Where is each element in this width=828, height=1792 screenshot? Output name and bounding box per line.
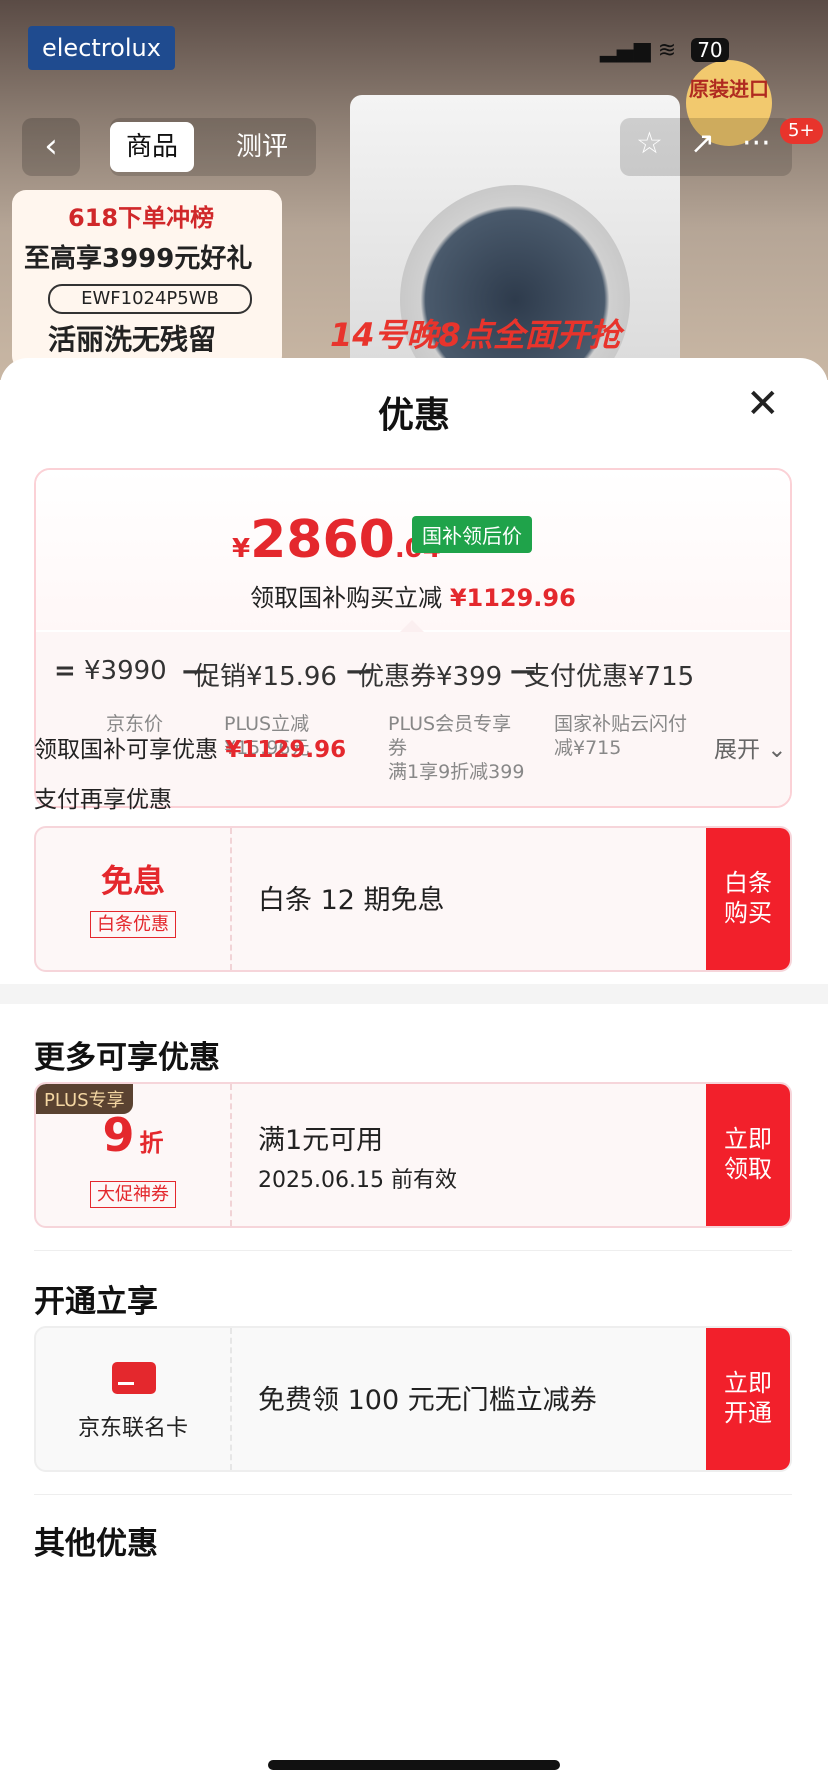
more-discounts-heading: 更多可享优惠 [34, 1040, 220, 1076]
price-integer: 2860 [250, 510, 395, 570]
claim-coupon-button[interactable]: 立即 领取 [706, 1084, 790, 1226]
baitiao-buy-button[interactable]: 白条 购买 [706, 828, 790, 970]
baitiao-tag-wrap: 白条优惠 [36, 910, 230, 938]
cta-line: 立即 [724, 1125, 772, 1153]
subsidy-label: 领取国补购买立减 [250, 584, 443, 612]
promo-slogan: 活丽洗无残留 [48, 323, 217, 356]
wifi-icon: ≋ [657, 38, 677, 63]
jd-card-offer: 京东联名卡 免费领 100 元无门槛立减券 立即 开通 [34, 1326, 792, 1472]
promo-panel: 618下单冲榜 至高享3999元好礼 EWF1024P5WB 活丽洗无残留 [12, 190, 282, 370]
price-summary: ¥2860.04 国补领后价 领取国补购买立减 ¥1129.96 [36, 470, 790, 630]
pointer-arrow [400, 620, 424, 632]
subsidy-summary: 领取国补可享优惠 ¥1129.96 [34, 730, 346, 764]
promo-gift: 至高享3999元好礼 [24, 244, 253, 274]
other-discounts-heading: 其他优惠 [34, 1526, 158, 1562]
pay-label-line: 国家补贴云闪付 [554, 713, 688, 735]
cta-line: 购买 [724, 899, 772, 927]
jd-card-text: 免费领 100 元无门槛立减券 [258, 1385, 597, 1416]
baitiao-text: 白条 12 期免息 [258, 885, 445, 916]
promo-title: 618下单冲榜 [68, 204, 215, 232]
cta-line: 白条 [724, 869, 772, 897]
separator [34, 1494, 792, 1495]
baitiao-left: 免息 白条优惠 [36, 828, 232, 970]
model-number: EWF1024P5WB [48, 284, 252, 314]
tab-product[interactable]: 商品 [110, 122, 195, 172]
subsidy-amount: ¥1129.96 [449, 584, 576, 612]
jd-price: ¥3990 [84, 656, 167, 686]
final-price: ¥2860.04 [232, 510, 441, 570]
status-bar: ▂▄▆ ≋ 70 [600, 38, 729, 63]
coupon-label-line: 满1享9折减399 [388, 761, 525, 783]
coupon-discount-number: 9 [102, 1108, 135, 1162]
brand-logo: electrolux [28, 26, 175, 70]
price-currency: ¥ [232, 534, 251, 564]
notification-badge: 5+ [780, 118, 823, 144]
formula-row: = ¥3990 — 促销¥15.96 — 优惠券¥399 — 支付优惠¥715 [54, 656, 784, 696]
pay-label-line: 减¥715 [554, 737, 622, 759]
share-icon[interactable]: ↗ [690, 126, 715, 161]
more-icon[interactable]: ··· [742, 126, 771, 161]
baitiao-tag: 白条优惠 [90, 911, 176, 938]
cta-line: 立即 [724, 1369, 772, 1397]
credit-card-icon [112, 1362, 156, 1394]
plus-coupon-card: PLUS专享 9 折 大促神券 满1元可用 2025.06.15 前有效 立即 … [34, 1082, 792, 1228]
equals-sign: = [54, 656, 76, 686]
subsidy-price-tag: 国补领后价 [412, 516, 532, 553]
jd-card-name: 京东联名卡 [77, 1416, 188, 1441]
coupon-label-line: 券 [388, 737, 408, 759]
jd-card-left: 京东联名卡 [36, 1328, 232, 1470]
battery-indicator: 70 [691, 38, 729, 62]
pay-discount-amount: 支付优惠¥715 [524, 662, 695, 692]
pay-label: 国家补贴云闪付 减¥715 [554, 712, 687, 760]
expand-toggle[interactable]: 展开 ⌄ [714, 730, 787, 764]
coupon-amount: 优惠券¥399 [358, 662, 503, 692]
coupon-discount: 9 折 [36, 1108, 230, 1162]
sheet-title: 优惠 [377, 395, 450, 436]
discount-sheet: 优惠 ✕ ¥2860.04 国补领后价 领取国补购买立减 ¥1129.96 = … [0, 358, 828, 1792]
close-icon[interactable]: ✕ [746, 384, 780, 424]
subsidy-summary-label: 领取国补可享优惠 [34, 737, 218, 763]
coupon-expiry: 2025.06.15 前有效 [258, 1168, 457, 1193]
nav-actions: ☆ ↗ ··· [620, 118, 792, 176]
tab-review[interactable]: 测评 [220, 122, 304, 172]
cta-line: 开通 [724, 1399, 772, 1427]
coupon-label: PLUS会员专享 券 满1享9折减399 [388, 712, 524, 784]
subsidy-summary-amount: ¥1129.96 [225, 737, 347, 763]
baitiao-card: 免息 白条优惠 白条 12 期免息 白条 购买 [34, 826, 792, 972]
cta-line: 领取 [724, 1155, 772, 1183]
coupon-label-line: PLUS会员专享 [388, 713, 512, 735]
subsidy-text: 领取国补购买立减 ¥1129.96 [36, 578, 790, 613]
promo-amount: 促销¥15.96 [194, 662, 337, 692]
back-button[interactable]: ‹ [22, 118, 80, 176]
open-card-button[interactable]: 立即 开通 [706, 1328, 790, 1470]
sale-banner: 14号晚8点全面开抢 [330, 316, 621, 354]
coupon-condition: 满1元可用 [258, 1125, 384, 1156]
top-nav: ‹ 商品 测评 ☆ ↗ ··· 5+ [22, 118, 823, 178]
signal-icon: ▂▄▆ [600, 38, 651, 63]
star-icon[interactable]: ☆ [636, 126, 663, 161]
coupon-left: PLUS专享 9 折 大促神券 [36, 1084, 232, 1226]
nav-tabs: 商品 测评 [110, 118, 316, 176]
coupon-tag-wrap: 大促神券 [36, 1180, 230, 1208]
coupon-tag: 大促神券 [90, 1181, 176, 1208]
open-benefits-heading: 开通立享 [34, 1284, 158, 1320]
coupon-discount-unit: 折 [139, 1129, 164, 1157]
pay-more-heading: 支付再享优惠 [34, 787, 172, 813]
interest-free-label: 免息 [100, 862, 165, 900]
home-indicator [268, 1760, 560, 1770]
section-divider [0, 984, 828, 1004]
separator [34, 1250, 792, 1251]
